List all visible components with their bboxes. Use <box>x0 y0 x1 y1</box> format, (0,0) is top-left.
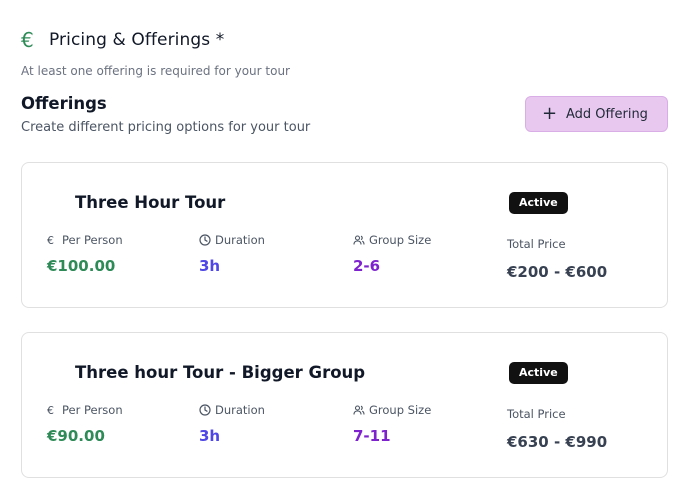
group-size-label: Group Size <box>369 233 432 247</box>
group-size-metric: Group Size 2-6 <box>353 233 431 275</box>
offering-title: Three Hour Tour <box>75 193 226 212</box>
clock-icon <box>199 404 211 416</box>
pricing-section-header: € Pricing & Offerings * <box>21 28 224 52</box>
per-person-metric: € Per Person €100.00 <box>47 233 123 275</box>
per-person-label: Per Person <box>62 403 123 417</box>
duration-label: Duration <box>215 403 265 417</box>
per-person-metric: € Per Person €90.00 <box>47 403 123 445</box>
section-hint: At least one offering is required for yo… <box>21 64 290 78</box>
group-size-metric: Group Size 7-11 <box>353 403 431 445</box>
offerings-subtitle: Create different pricing options for you… <box>21 120 311 135</box>
euro-icon: € <box>47 233 54 247</box>
offering-card[interactable]: Three Hour Tour Active € Per Person €100… <box>21 162 668 308</box>
duration-value: 3h <box>199 427 221 445</box>
duration-metric: Duration 3h <box>199 233 265 275</box>
section-title: Pricing & Offerings * <box>49 30 225 50</box>
users-icon <box>353 235 365 245</box>
duration-metric: Duration 3h <box>199 403 265 445</box>
add-offering-button[interactable]: + Add Offering <box>525 96 668 132</box>
euro-icon: € <box>21 28 34 52</box>
duration-value: 3h <box>199 257 221 275</box>
offerings-title: Offerings <box>21 94 107 113</box>
group-size-value: 2-6 <box>353 257 381 275</box>
add-offering-label: Add Offering <box>566 106 648 122</box>
total-price-label: Total Price <box>507 407 566 421</box>
clock-icon <box>199 234 211 246</box>
duration-label: Duration <box>215 233 265 247</box>
status-badge: Active <box>509 362 568 384</box>
group-size-label: Group Size <box>369 403 432 417</box>
group-size-value: 7-11 <box>353 427 391 445</box>
euro-icon: € <box>47 403 54 417</box>
price-value: €100.00 <box>47 257 116 275</box>
per-person-label: Per Person <box>62 233 123 247</box>
offering-title: Three hour Tour - Bigger Group <box>75 363 366 382</box>
total-price-value: €200 - €600 <box>507 263 608 281</box>
offering-card[interactable]: Three hour Tour - Bigger Group Active € … <box>21 332 668 478</box>
total-price-label: Total Price <box>507 237 566 251</box>
plus-icon: + <box>542 103 558 124</box>
total-price: Total Price €200 - €600 <box>507 237 607 281</box>
total-price: Total Price €630 - €990 <box>507 407 607 451</box>
total-price-value: €630 - €990 <box>507 433 608 451</box>
users-icon <box>353 405 365 415</box>
status-badge: Active <box>509 192 568 214</box>
price-value: €90.00 <box>47 427 105 445</box>
